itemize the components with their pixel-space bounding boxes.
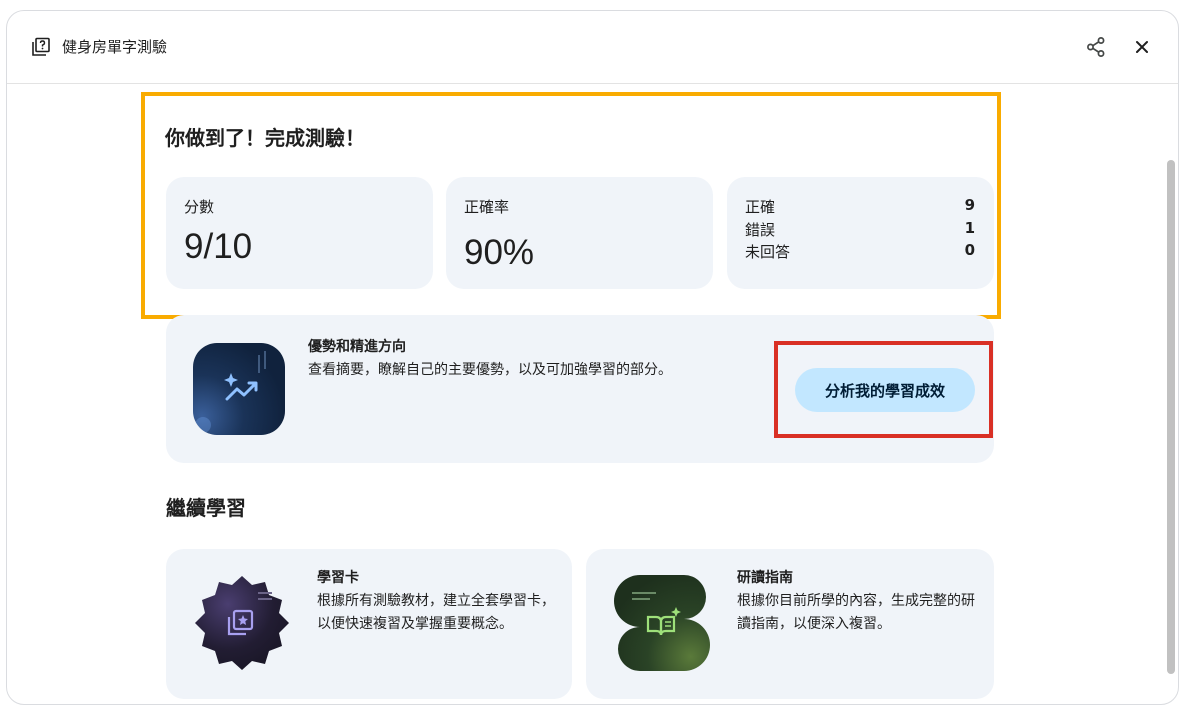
wrong-label: 錯誤 <box>745 221 776 239</box>
trending-up-sparkle-icon <box>193 343 285 435</box>
close-icon[interactable] <box>1130 35 1154 59</box>
correct-count: 9 <box>964 196 975 214</box>
continue-learning-heading: 繼續學習 <box>166 496 246 520</box>
correct-label: 正確 <box>745 198 776 216</box>
flashcards-card[interactable]: 學習卡 根據所有測驗教材，建立全套學習卡，以便快速複習及掌握重要概念。 <box>166 549 572 699</box>
scrollbar-thumb[interactable] <box>1167 160 1175 674</box>
completion-title: 你做到了！完成測驗！ <box>165 126 365 150</box>
strengths-description: 查看摘要，瞭解自己的主要優勢，以及可加強學習的部分。 <box>308 362 672 378</box>
score-label: 分數 <box>184 198 215 216</box>
score-card: 分數 9/10 <box>166 177 433 289</box>
wrong-count: 1 <box>964 219 975 237</box>
analyze-performance-button[interactable]: 分析我的學習成效 <box>795 368 975 412</box>
flashcards-title: 學習卡 <box>317 570 359 586</box>
wrong-row: 錯誤 1 <box>745 219 975 240</box>
unanswered-count: 0 <box>964 241 975 259</box>
study-guide-title: 研讀指南 <box>737 570 793 586</box>
flashcards-description: 根據所有測驗教材，建立全套學習卡，以便快速複習及掌握重要概念。 <box>317 593 555 632</box>
unanswered-row: 未回答 0 <box>745 241 975 262</box>
strengths-title: 優勢和精進方向 <box>308 339 406 355</box>
correct-row: 正確 9 <box>745 196 975 217</box>
dialog-header: 健身房單字測驗 <box>7 11 1178 84</box>
study-guide-card[interactable]: 研讀指南 根據你目前所學的內容，生成完整的研讀指南，以便深入複習。 <box>586 549 994 699</box>
dialog-title: 健身房單字測驗 <box>62 38 168 56</box>
unanswered-label: 未回答 <box>745 243 791 261</box>
breakdown-card: 正確 9 錯誤 1 未回答 0 <box>727 177 994 289</box>
scrollbar[interactable] <box>1164 84 1178 704</box>
score-value: 9/10 <box>184 227 253 266</box>
accuracy-label: 正確率 <box>464 198 510 216</box>
study-guide-icon <box>614 575 710 671</box>
share-icon[interactable] <box>1084 35 1108 59</box>
study-guide-description: 根據你目前所學的內容，生成完整的研讀指南，以便深入複習。 <box>737 593 975 632</box>
flashcards-icon <box>195 576 289 670</box>
accuracy-card: 正確率 90% <box>446 177 713 289</box>
quiz-icon <box>32 37 50 56</box>
accuracy-value: 90% <box>464 233 535 272</box>
